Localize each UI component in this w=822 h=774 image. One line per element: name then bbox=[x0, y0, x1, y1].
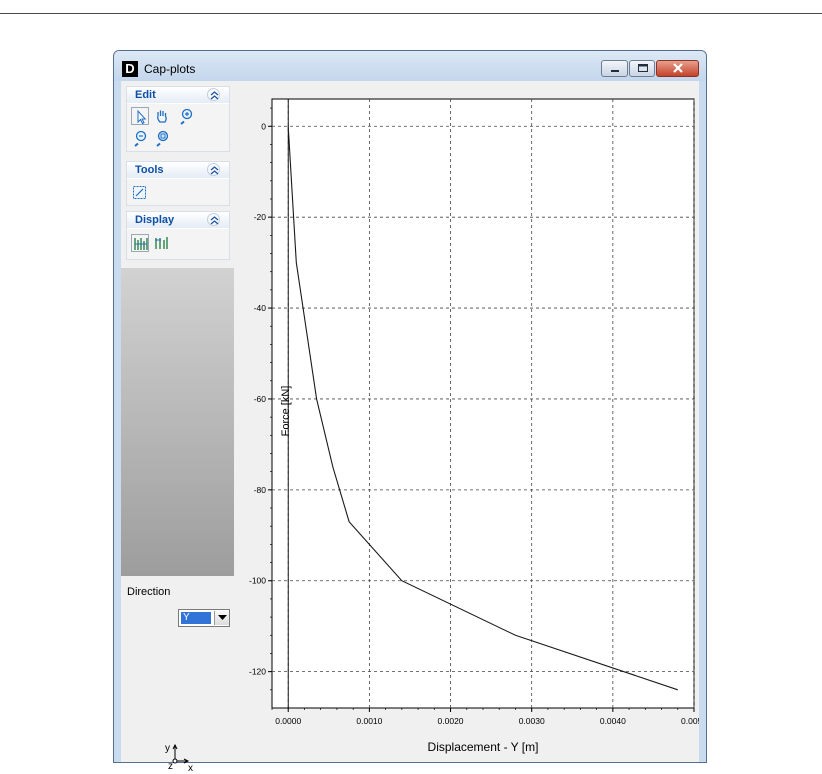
zoom-out-button[interactable] bbox=[131, 129, 149, 147]
chevron-up-icon bbox=[210, 91, 219, 100]
x-tick-label: 0.0030 bbox=[519, 716, 545, 726]
tools-group-title: Tools bbox=[135, 164, 164, 176]
measure-icon bbox=[133, 186, 146, 199]
cap-plots-window: D Cap-plots Edit Tools Display Direction… bbox=[113, 50, 707, 774]
y-tick-label: -20 bbox=[254, 212, 267, 222]
zoom-out-icon bbox=[134, 130, 147, 147]
y-tick-label: -80 bbox=[254, 485, 267, 495]
app-icon: D bbox=[122, 61, 138, 77]
edit-collapse-button[interactable] bbox=[207, 88, 220, 101]
direction-select[interactable]: Y bbox=[178, 609, 230, 627]
display-group-title: Display bbox=[135, 214, 175, 226]
axis-z-label: z bbox=[168, 761, 173, 772]
pointer-icon bbox=[137, 109, 147, 125]
chevron-up-icon bbox=[210, 216, 219, 225]
tool-panel: Edit Tools Display Direction Y y z x bbox=[121, 81, 234, 774]
direction-dropdown-button[interactable] bbox=[214, 611, 229, 625]
x-tick-label: 0.0040 bbox=[600, 716, 626, 726]
top-rule bbox=[0, 13, 822, 14]
y-axis-label: Force [kN] bbox=[280, 386, 292, 437]
axis-y-label: y bbox=[165, 743, 170, 754]
display-labels-icon bbox=[155, 237, 168, 249]
y-tick-label: -40 bbox=[254, 303, 267, 313]
minimize-button[interactable] bbox=[601, 60, 628, 77]
y-tick-label: 0 bbox=[261, 121, 266, 131]
y-tick-label: -100 bbox=[249, 576, 266, 586]
zoom-extent-icon bbox=[156, 130, 169, 147]
tools-group-header[interactable]: Tools bbox=[127, 162, 229, 178]
zoom-in-button[interactable] bbox=[177, 107, 195, 125]
x-tick-label: 0.0050 bbox=[681, 716, 699, 726]
maximize-button[interactable] bbox=[629, 60, 655, 77]
minimize-icon bbox=[611, 70, 619, 72]
x-axis-label: Displacement - Y [m] bbox=[428, 740, 539, 754]
x-tick-label: 0.0010 bbox=[356, 716, 382, 726]
maximize-icon bbox=[638, 64, 648, 72]
force-displacement-chart[interactable]: 0.0000 0.0010 0.0020 0.0030 0.0040 0.0050 0 -20… bbox=[236, 81, 699, 762]
y-tick-label: -60 bbox=[254, 394, 267, 404]
plot-panel: 0.0000 0.0010 0.0020 0.0030 0.0040 0.0050 0 -20… bbox=[236, 81, 699, 762]
plot-area bbox=[271, 98, 695, 709]
x-tick-label: 0.0000 bbox=[275, 716, 301, 726]
pointer-tool-button[interactable] bbox=[131, 107, 149, 125]
chevron-up-icon bbox=[210, 166, 219, 175]
client-area: Edit Tools Display Direction Y y z x 0.0… bbox=[121, 81, 699, 774]
zoom-extent-button[interactable] bbox=[153, 129, 171, 147]
x-tick-label: 0.0020 bbox=[438, 716, 464, 726]
edit-group-body bbox=[127, 104, 229, 151]
tools-collapse-button[interactable] bbox=[207, 163, 220, 176]
measure-tool-button[interactable] bbox=[131, 183, 149, 201]
display-group-body bbox=[127, 229, 229, 259]
axis-x-label: x bbox=[188, 763, 193, 774]
zoom-in-icon bbox=[180, 108, 193, 125]
close-button[interactable] bbox=[656, 60, 699, 77]
display-collapse-button[interactable] bbox=[207, 213, 220, 226]
y-tick-label: -120 bbox=[249, 667, 266, 677]
edit-group-header[interactable]: Edit bbox=[127, 87, 229, 103]
direction-value: Y bbox=[181, 612, 211, 624]
chevron-down-icon bbox=[218, 615, 227, 620]
display-labels-button[interactable] bbox=[153, 234, 171, 252]
display-group-header[interactable]: Display bbox=[127, 212, 229, 228]
direction-label: Direction bbox=[127, 586, 171, 598]
pan-hand-icon bbox=[157, 110, 167, 123]
tools-group: Tools bbox=[126, 161, 230, 206]
display-series-icon bbox=[134, 238, 148, 250]
edit-group-title: Edit bbox=[135, 89, 156, 101]
window-title: Cap-plots bbox=[144, 62, 196, 76]
display-group: Display bbox=[126, 211, 230, 260]
panel-background bbox=[121, 268, 234, 576]
title-bar[interactable]: D Cap-plots bbox=[114, 51, 706, 81]
close-icon bbox=[673, 63, 683, 73]
tools-group-body bbox=[127, 179, 229, 205]
pan-tool-button[interactable] bbox=[153, 107, 171, 125]
edit-group: Edit bbox=[126, 86, 230, 152]
display-series-button[interactable] bbox=[131, 234, 149, 252]
